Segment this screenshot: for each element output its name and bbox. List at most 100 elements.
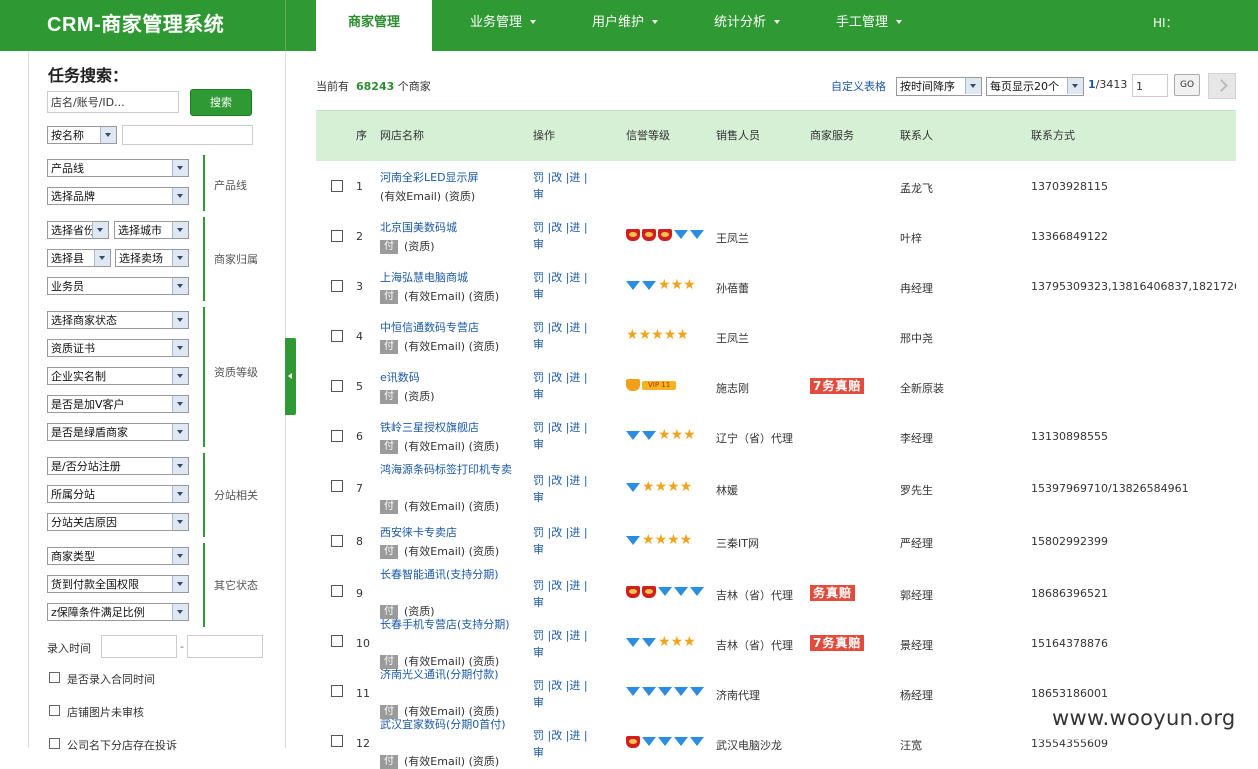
nav-user-maintenance[interactable]: 用户维护 (592, 0, 659, 51)
sidebar-collapse-button[interactable] (285, 338, 296, 415)
enter-link[interactable]: 进 (569, 221, 580, 234)
edit-link[interactable]: 改 (551, 321, 562, 334)
merchant-status-select[interactable]: 选择商家状态 (47, 311, 189, 329)
row-checkbox[interactable] (331, 535, 343, 547)
certificate-select[interactable]: 资质证书 (47, 339, 189, 357)
penalty-link[interactable]: 罚 (533, 371, 544, 384)
enter-link[interactable]: 进 (569, 271, 580, 284)
edit-link[interactable]: 改 (551, 629, 562, 642)
shop-name-link[interactable]: 鸿海源条码标签打印机专卖 (380, 462, 520, 478)
enter-link[interactable]: 进 (569, 729, 580, 742)
review-link[interactable]: 审 (533, 188, 544, 201)
page-number-input[interactable]: 1 (1132, 74, 1168, 97)
shop-name-link[interactable]: 西安徕卡专卖店 (380, 524, 457, 540)
penalty-link[interactable]: 罚 (533, 221, 544, 234)
enter-link[interactable]: 进 (569, 321, 580, 334)
substation-register-select[interactable]: 是/否分站注册 (47, 457, 189, 475)
row-checkbox[interactable] (331, 685, 343, 697)
enter-link[interactable]: 进 (569, 171, 580, 184)
branch-complaint-checkbox[interactable] (49, 738, 60, 749)
review-link[interactable]: 审 (533, 491, 544, 504)
edit-link[interactable]: 改 (551, 171, 562, 184)
review-link[interactable]: 审 (533, 338, 544, 351)
search-button[interactable]: 搜索 (190, 89, 252, 116)
shop-name-link[interactable]: 长春手机专营店(支持分期) (380, 617, 520, 633)
row-checkbox[interactable] (331, 585, 343, 597)
nav-merchant-management[interactable]: 商家管理 (316, 0, 432, 51)
county-select[interactable]: 选择县 (47, 249, 111, 267)
penalty-link[interactable]: 罚 (533, 421, 544, 434)
province-select[interactable]: 选择省份 (47, 221, 109, 239)
nav-business-management[interactable]: 业务管理 (470, 0, 537, 51)
row-checkbox[interactable] (331, 480, 343, 492)
review-link[interactable]: 审 (533, 543, 544, 556)
shop-name-link[interactable]: 武汉宜家数码(分期0首付) (380, 717, 520, 733)
penalty-link[interactable]: 罚 (533, 729, 544, 742)
penalty-link[interactable]: 罚 (533, 474, 544, 487)
edit-link[interactable]: 改 (551, 421, 562, 434)
go-button[interactable]: GO (1174, 74, 1200, 96)
enter-link[interactable]: 进 (569, 421, 580, 434)
shop-name-link[interactable]: 长春智能通讯(支持分期) (380, 567, 520, 583)
custom-table-link[interactable]: 自定义表格 (831, 78, 886, 94)
green-shield-select[interactable]: 是否是绿盾商家 (47, 423, 189, 441)
edit-link[interactable]: 改 (551, 271, 562, 284)
review-link[interactable]: 审 (533, 696, 544, 709)
penalty-link[interactable]: 罚 (533, 271, 544, 284)
row-checkbox[interactable] (331, 280, 343, 292)
penalty-link[interactable]: 罚 (533, 526, 544, 539)
row-checkbox[interactable] (331, 330, 343, 342)
penalty-link[interactable]: 罚 (533, 321, 544, 334)
penalty-link[interactable]: 罚 (533, 171, 544, 184)
row-checkbox[interactable] (331, 180, 343, 192)
brand-select[interactable]: 选择品牌 (47, 187, 189, 205)
record-time-start-input[interactable] (101, 635, 177, 658)
row-checkbox[interactable] (331, 230, 343, 242)
shop-name-link[interactable]: 济南光义通讯(分期付款) (380, 667, 520, 683)
city-select[interactable]: 选择城市 (114, 221, 189, 239)
nav-statistics[interactable]: 统计分析 (714, 0, 781, 51)
nav-manual-management[interactable]: 手工管理 (836, 0, 903, 51)
enter-link[interactable]: 进 (569, 474, 580, 487)
enter-link[interactable]: 进 (569, 679, 580, 692)
enter-link[interactable]: 进 (569, 371, 580, 384)
search-input[interactable]: 店名/账号/ID... (47, 91, 179, 113)
merchant-type-select[interactable]: 商家类型 (47, 547, 189, 565)
shop-name-link[interactable]: 铁岭三星授权旗舰店 (380, 419, 479, 435)
record-time-end-input[interactable] (187, 635, 263, 658)
review-link[interactable]: 审 (533, 238, 544, 251)
guarantee-ratio-select[interactable]: z保障条件满足比例 (47, 603, 189, 621)
shop-name-link[interactable]: 北京国美数码城 (380, 219, 457, 235)
review-link[interactable]: 审 (533, 388, 544, 401)
product-line-select[interactable]: 产品线 (47, 159, 189, 177)
per-page-select[interactable]: 每页显示20个 (986, 77, 1084, 96)
market-select[interactable]: 选择卖场 (115, 249, 189, 267)
penalty-link[interactable]: 罚 (533, 629, 544, 642)
substation-select[interactable]: 所属分站 (47, 485, 189, 503)
row-checkbox[interactable] (331, 635, 343, 647)
review-link[interactable]: 审 (533, 646, 544, 659)
edit-link[interactable]: 改 (551, 729, 562, 742)
penalty-link[interactable]: 罚 (533, 579, 544, 592)
cod-permission-select[interactable]: 货到付款全国权限 (47, 575, 189, 593)
contract-time-checkbox[interactable] (49, 672, 60, 683)
review-link[interactable]: 审 (533, 596, 544, 609)
row-checkbox[interactable] (331, 430, 343, 442)
name-type-select[interactable]: 按名称 (47, 126, 117, 144)
edit-link[interactable]: 改 (551, 221, 562, 234)
row-checkbox[interactable] (331, 380, 343, 392)
shop-name-link[interactable]: e讯数码 (380, 369, 420, 385)
enter-link[interactable]: 进 (569, 629, 580, 642)
image-unreviewed-checkbox[interactable] (49, 705, 60, 716)
edit-link[interactable]: 改 (551, 679, 562, 692)
edit-link[interactable]: 改 (551, 526, 562, 539)
edit-link[interactable]: 改 (551, 579, 562, 592)
salesman-select[interactable]: 业务员 (47, 277, 189, 295)
enter-link[interactable]: 进 (569, 579, 580, 592)
name-filter-input[interactable] (122, 125, 253, 145)
penalty-link[interactable]: 罚 (533, 679, 544, 692)
sort-select[interactable]: 按时间降序 (896, 77, 982, 96)
review-link[interactable]: 审 (533, 288, 544, 301)
row-checkbox[interactable] (331, 735, 343, 747)
shop-name-link[interactable]: 河南全彩LED显示屏 (380, 169, 479, 185)
